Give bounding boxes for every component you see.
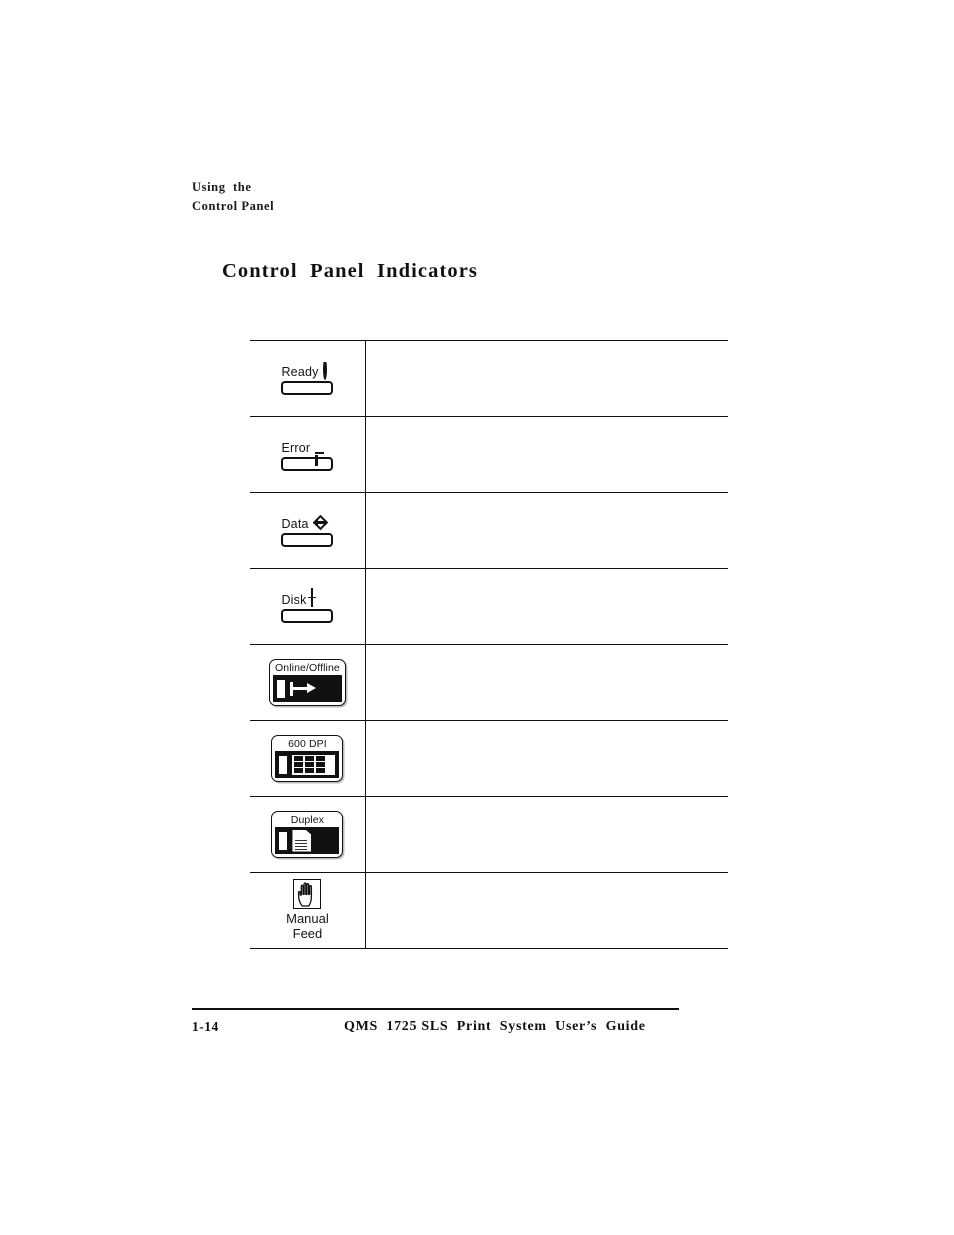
description-cell-duplex xyxy=(364,796,728,873)
manual-feed-label-line-1: Manual xyxy=(286,910,329,926)
table-row: Data xyxy=(250,492,728,569)
page-title: Control Panel Indicators xyxy=(222,260,479,282)
indicator-cell-data: Data xyxy=(250,492,366,569)
resolution-dot-grid-icon xyxy=(292,754,327,775)
running-head: Using the Control Panel xyxy=(192,178,274,216)
description-cell-ready xyxy=(364,340,728,417)
indicator-cell-error: Error xyxy=(250,416,366,493)
indicator-label-disk: Disk xyxy=(281,593,307,607)
footer-guide-title: QMS 1725 SLS Print System User’s Guide xyxy=(344,1019,646,1034)
indicator-cell-resolution: 600 DPI xyxy=(250,720,366,797)
power-circle-icon xyxy=(322,359,327,380)
data-diamond-arrow-icon xyxy=(312,514,328,531)
key-indicator-bar xyxy=(277,679,286,698)
duplex-key[interactable]: Duplex xyxy=(271,811,344,858)
led-bar-disk xyxy=(281,609,334,623)
key-face-resolution xyxy=(275,751,340,778)
description-cell-error xyxy=(364,416,728,493)
description-cell-manual-feed xyxy=(364,872,728,949)
description-cell-disk xyxy=(364,568,728,645)
led-bar-error xyxy=(281,457,334,471)
indicator-cell-duplex: Duplex xyxy=(250,796,366,873)
running-head-line-2: Control Panel xyxy=(192,199,275,213)
indicator-label-ready: Ready xyxy=(281,365,319,379)
resolution-paper-area xyxy=(326,754,336,775)
key-indicator-bar xyxy=(279,831,288,850)
table-row: Manual Feed xyxy=(250,872,728,949)
key-face-duplex xyxy=(275,827,340,854)
running-head-line-1: Using the xyxy=(192,180,252,194)
hand-glyph xyxy=(298,881,313,907)
key-label-duplex: Duplex xyxy=(290,814,325,826)
footer-page-number: 1-14 xyxy=(192,1019,219,1034)
led-group-data: Data xyxy=(281,514,334,547)
manual-feed-group: Manual Feed xyxy=(286,878,329,941)
footer-divider xyxy=(192,1008,679,1010)
indicator-cell-ready: Ready xyxy=(250,340,366,417)
manual-feed-label-line-2: Feed xyxy=(292,925,323,941)
table-row: Duplex xyxy=(250,796,728,873)
indicator-cell-online-offline: Online/Offline xyxy=(250,644,366,721)
led-bar-data xyxy=(281,533,334,547)
table-row: Ready xyxy=(250,340,728,417)
key-indicator-bar xyxy=(279,755,288,774)
description-cell-data xyxy=(364,492,728,569)
indicator-label-error: Error xyxy=(281,441,311,455)
led-group-disk: Disk xyxy=(281,588,334,623)
key-label-online-offline: Online/Offline xyxy=(275,662,340,674)
led-bar-ready xyxy=(281,381,334,395)
table-row: Error xyxy=(250,416,728,493)
resolution-key[interactable]: 600 DPI xyxy=(271,735,344,782)
table-row: Disk xyxy=(250,568,728,645)
disk-rectangle-icon xyxy=(310,588,313,607)
description-cell-online-offline xyxy=(364,644,728,721)
led-group-ready: Ready xyxy=(281,359,334,395)
online-offline-key[interactable]: Online/Offline xyxy=(269,659,346,706)
indicator-cell-manual-feed: Manual Feed xyxy=(250,872,366,949)
indicator-cell-disk: Disk xyxy=(250,568,366,645)
indicator-label-data: Data xyxy=(281,517,309,531)
key-face-online-offline xyxy=(273,675,342,702)
control-panel-indicator-table: Ready Error Data Disk Online/Offline 600… xyxy=(250,340,728,949)
led-group-error: Error xyxy=(281,438,334,471)
table-row: 600 DPI xyxy=(250,720,728,797)
online-offline-arrow-icon xyxy=(290,680,318,698)
table-row: Online/Offline xyxy=(250,644,728,721)
manual-feed-hand-icon xyxy=(293,878,322,909)
key-label-resolution: 600 DPI xyxy=(288,738,327,750)
duplex-page-icon xyxy=(292,829,312,852)
description-cell-resolution xyxy=(364,720,728,797)
